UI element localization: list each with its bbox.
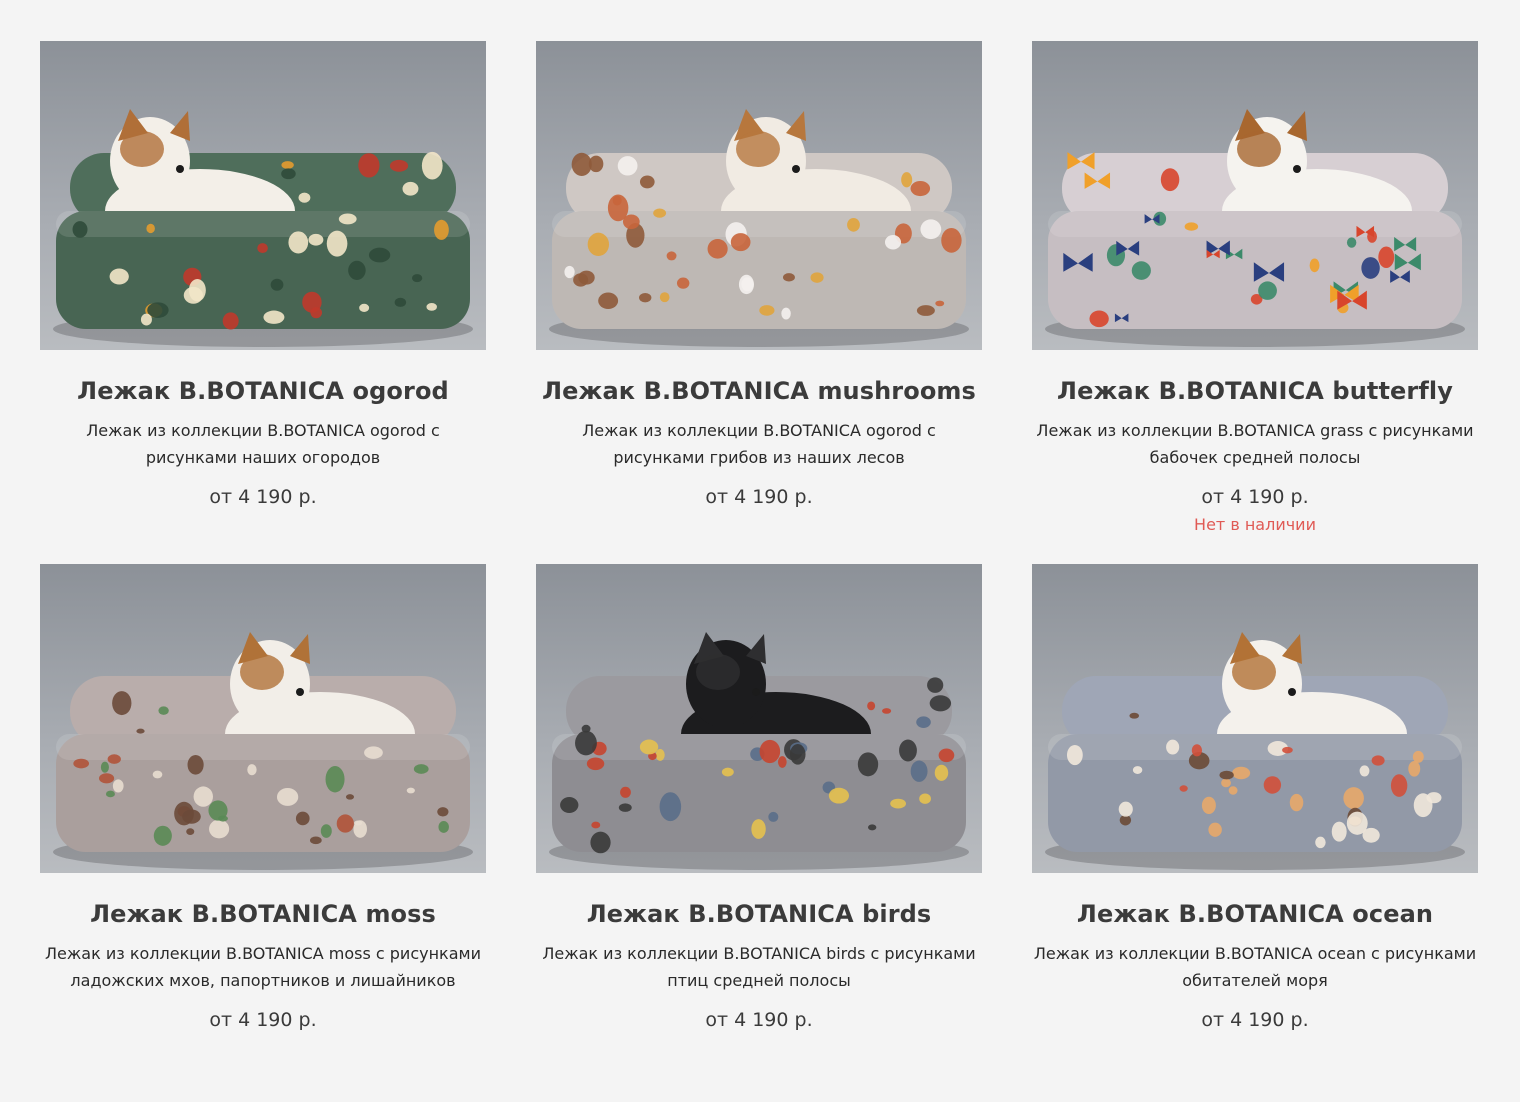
product-card[interactable]: Лежак B.BOTANICA ogorod Лежак из коллекц…: [40, 41, 486, 564]
product-price: от 4 190 р.: [1201, 486, 1309, 508]
product-price: от 4 190 р.: [705, 1009, 813, 1031]
product-description: Лежак из коллекции B.BOTANICA grass с ри…: [1036, 421, 1474, 467]
dog-bed-illustration: [1032, 41, 1478, 350]
product-photo[interactable]: [1032, 564, 1478, 873]
product-photo[interactable]: [536, 564, 982, 873]
product-price: от 4 190 р.: [209, 486, 317, 508]
product-description: Лежак из коллекции B.BOTANICA moss с рис…: [45, 944, 481, 990]
product-photo[interactable]: [536, 41, 982, 350]
product-title[interactable]: Лежак B.BOTANICA ogorod: [77, 376, 449, 406]
product-photo[interactable]: [1032, 41, 1478, 350]
product-title[interactable]: Лежак B.BOTANICA mushrooms: [542, 376, 976, 406]
dog-bed-illustration: [40, 41, 486, 350]
product-title[interactable]: Лежак B.BOTANICA birds: [587, 899, 932, 929]
product-card[interactable]: Лежак B.BOTANICA birds Лежак из коллекци…: [536, 564, 982, 1064]
product-card[interactable]: Лежак B.BOTANICA moss Лежак из коллекции…: [40, 564, 486, 1064]
product-card[interactable]: Лежак B.BOTANICA mushrooms Лежак из колл…: [536, 41, 982, 564]
product-price: от 4 190 р.: [705, 486, 813, 508]
product-photo[interactable]: [40, 564, 486, 873]
product-description: Лежак из коллекции B.BOTANICA ogorod с р…: [582, 421, 936, 467]
product-card[interactable]: Лежак B.BOTANICA butterfly Лежак из колл…: [1032, 41, 1478, 564]
product-description: Лежак из коллекции B.BOTANICA ocean с ри…: [1033, 944, 1477, 990]
product-grid: Лежак B.BOTANICA ogorod Лежак из коллекц…: [40, 41, 1480, 1064]
dog-bed-illustration: [536, 564, 982, 873]
out-of-stock-label: Нет в наличии: [1194, 515, 1316, 534]
product-price: от 4 190 р.: [209, 1009, 317, 1031]
product-price: от 4 190 р.: [1201, 1009, 1309, 1031]
dog-bed-illustration: [1032, 564, 1478, 873]
product-title[interactable]: Лежак B.BOTANICA butterfly: [1057, 376, 1453, 406]
product-photo[interactable]: [40, 41, 486, 350]
product-title[interactable]: Лежак B.BOTANICA moss: [90, 899, 436, 929]
product-card[interactable]: Лежак B.BOTANICA ocean Лежак из коллекци…: [1032, 564, 1478, 1064]
product-description: Лежак из коллекции B.BOTANICA ogorod с р…: [86, 421, 440, 467]
dog-bed-illustration: [536, 41, 982, 350]
product-title[interactable]: Лежак B.BOTANICA ocean: [1077, 899, 1433, 929]
dog-bed-illustration: [40, 564, 486, 873]
product-description: Лежак из коллекции B.BOTANICA birds с ри…: [542, 944, 976, 990]
